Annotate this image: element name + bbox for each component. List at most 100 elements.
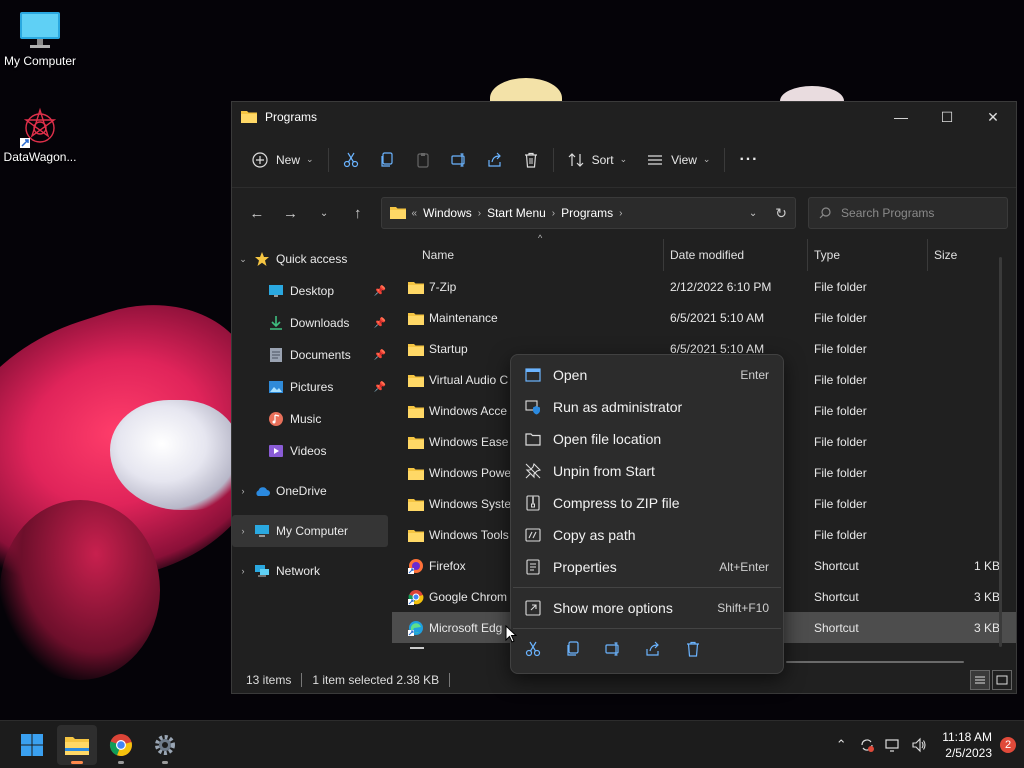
file-size	[932, 364, 1000, 395]
sort-ascending-icon: ^	[538, 233, 543, 243]
context-delete-button[interactable]	[685, 641, 701, 657]
column-date-modified[interactable]: Date modified	[663, 239, 808, 271]
folder-icon	[408, 342, 424, 356]
maximize-button[interactable]: ☐	[924, 102, 970, 132]
file-row[interactable]: Maintenance 6/5/2021 5:10 AM File folder	[392, 302, 1016, 333]
up-button[interactable]: ↑	[341, 198, 375, 228]
overflow-icon[interactable]: «	[412, 208, 418, 219]
sidebar-item-documents[interactable]: Documents 📌	[232, 339, 392, 371]
minimize-button[interactable]: —	[878, 102, 924, 132]
file-size	[932, 457, 1000, 488]
sync-alert-icon[interactable]	[854, 732, 880, 758]
context-rename-button[interactable]	[605, 641, 621, 657]
details-view-button[interactable]	[970, 670, 990, 690]
sidebar-item-desktop[interactable]: Desktop 📌	[232, 275, 392, 307]
nav-quick-access[interactable]: ⌄ Quick access	[232, 243, 392, 275]
nav-network[interactable]: › Network	[232, 555, 392, 587]
context-cut-button[interactable]	[525, 641, 541, 657]
menu-item-copy-as-path[interactable]: Copy as path	[511, 519, 783, 551]
share-button[interactable]	[477, 144, 513, 176]
monitor-icon	[18, 10, 62, 50]
nav-onedrive[interactable]: › OneDrive	[232, 475, 392, 507]
start-button[interactable]	[12, 725, 52, 765]
volume-icon[interactable]	[906, 732, 932, 758]
notification-badge[interactable]: 2	[1000, 737, 1016, 753]
forward-button[interactable]: →	[274, 198, 308, 228]
selection-info: 1 item selected 2.38 KB	[312, 673, 440, 687]
network-status-icon[interactable]	[880, 732, 906, 758]
chevron-down-icon[interactable]: ⌄	[232, 254, 254, 265]
address-bar[interactable]: « Windows › Start Menu › Programs › ⌄ ↻	[380, 197, 797, 229]
menu-item-unpin-from-start[interactable]: Unpin from Start	[511, 455, 783, 487]
taskbar-file-explorer[interactable]	[57, 725, 97, 765]
title-bar[interactable]: Programs — ☐ ✕	[232, 102, 1016, 132]
column-type[interactable]: Type	[807, 239, 927, 271]
chevron-down-icon: ⌄	[702, 154, 711, 164]
search-box[interactable]: Search Programs	[808, 197, 1009, 229]
documents-icon	[268, 347, 284, 363]
horizontal-scrollbar[interactable]	[786, 661, 964, 663]
file-row[interactable]: 7-Zip 2/12/2022 6:10 PM File folder	[392, 271, 1016, 302]
menu-item-open-file-location[interactable]: Open file location	[511, 423, 783, 455]
menu-item-open[interactable]: Open Enter	[511, 359, 783, 391]
taskbar-chrome[interactable]	[101, 725, 141, 765]
breadcrumb-start-menu[interactable]: Start Menu	[487, 206, 546, 220]
nav-my-computer[interactable]: › My Computer	[232, 515, 388, 547]
show-hidden-icons-button[interactable]: ⌃	[828, 732, 854, 758]
desktop-icon-label: My Computer	[3, 54, 77, 68]
taskbar-settings[interactable]	[145, 725, 185, 765]
scissors-icon	[525, 641, 541, 657]
cut-button[interactable]	[333, 144, 369, 176]
desktop-icon-datawagon[interactable]: DataWagon...	[0, 106, 80, 164]
breadcrumb-windows[interactable]: Windows	[423, 206, 472, 220]
paste-button[interactable]	[405, 144, 441, 176]
details-view-icon	[975, 676, 985, 684]
back-button[interactable]: ←	[240, 198, 274, 228]
sidebar-item-pictures[interactable]: Pictures 📌	[232, 371, 392, 403]
context-copy-button[interactable]	[565, 641, 581, 657]
chevron-right-icon[interactable]: ›	[232, 566, 254, 576]
chevron-right-icon[interactable]: ›	[232, 486, 254, 496]
menu-item-properties[interactable]: Properties Alt+Enter	[511, 551, 783, 583]
clock[interactable]: 11:18 AM 2/5/2023	[942, 729, 992, 761]
recent-locations-button[interactable]: ⌄	[307, 198, 341, 228]
zip-icon	[525, 495, 541, 511]
network-icon	[254, 563, 270, 579]
sidebar-item-downloads[interactable]: Downloads 📌	[232, 307, 392, 339]
delete-button[interactable]	[513, 144, 549, 176]
close-button[interactable]: ✕	[970, 102, 1016, 132]
refresh-icon[interactable]: ↻	[775, 205, 787, 222]
windows-logo-icon	[21, 734, 43, 756]
address-dropdown-button[interactable]: ⌄	[749, 208, 757, 219]
file-name-cell: Maintenance	[408, 302, 648, 333]
view-button[interactable]: View ⌄	[637, 144, 720, 176]
active-indicator	[71, 761, 83, 764]
folder-icon	[408, 497, 424, 511]
tiles-view-button[interactable]	[992, 670, 1012, 690]
menu-item-run-as-administrator[interactable]: Run as administrator	[511, 391, 783, 423]
new-button[interactable]: New ⌄	[242, 144, 324, 176]
file-name: 7-Zip	[429, 279, 457, 294]
desktop-icon-my-computer[interactable]: My Computer	[0, 10, 80, 68]
rename-button[interactable]	[441, 144, 477, 176]
gear-icon	[155, 735, 175, 755]
copy-button[interactable]	[369, 144, 405, 176]
column-name[interactable]: Name	[422, 239, 672, 271]
file-size	[932, 333, 1000, 364]
share-icon	[487, 152, 501, 167]
context-share-button[interactable]	[645, 641, 661, 657]
sidebar-item-videos[interactable]: Videos	[232, 435, 392, 467]
menu-item-compress-to-zip[interactable]: Compress to ZIP file	[511, 487, 783, 519]
sort-button[interactable]: Sort ⌄	[558, 144, 638, 176]
column-size[interactable]: Size	[927, 239, 997, 271]
more-options-button[interactable]: ···	[729, 144, 768, 176]
vertical-scrollbar[interactable]	[999, 257, 1002, 647]
open-icon	[525, 367, 541, 383]
menu-item-show-more-options[interactable]: Show more options Shift+F10	[511, 592, 783, 624]
breadcrumb-programs[interactable]: Programs	[561, 206, 613, 220]
file-name: Microsoft Edg	[429, 620, 503, 635]
sidebar-item-music[interactable]: Music	[232, 403, 392, 435]
menu-item-label: Run as administrator	[553, 399, 683, 415]
folder-icon	[389, 205, 406, 222]
chevron-right-icon[interactable]: ›	[232, 526, 254, 536]
